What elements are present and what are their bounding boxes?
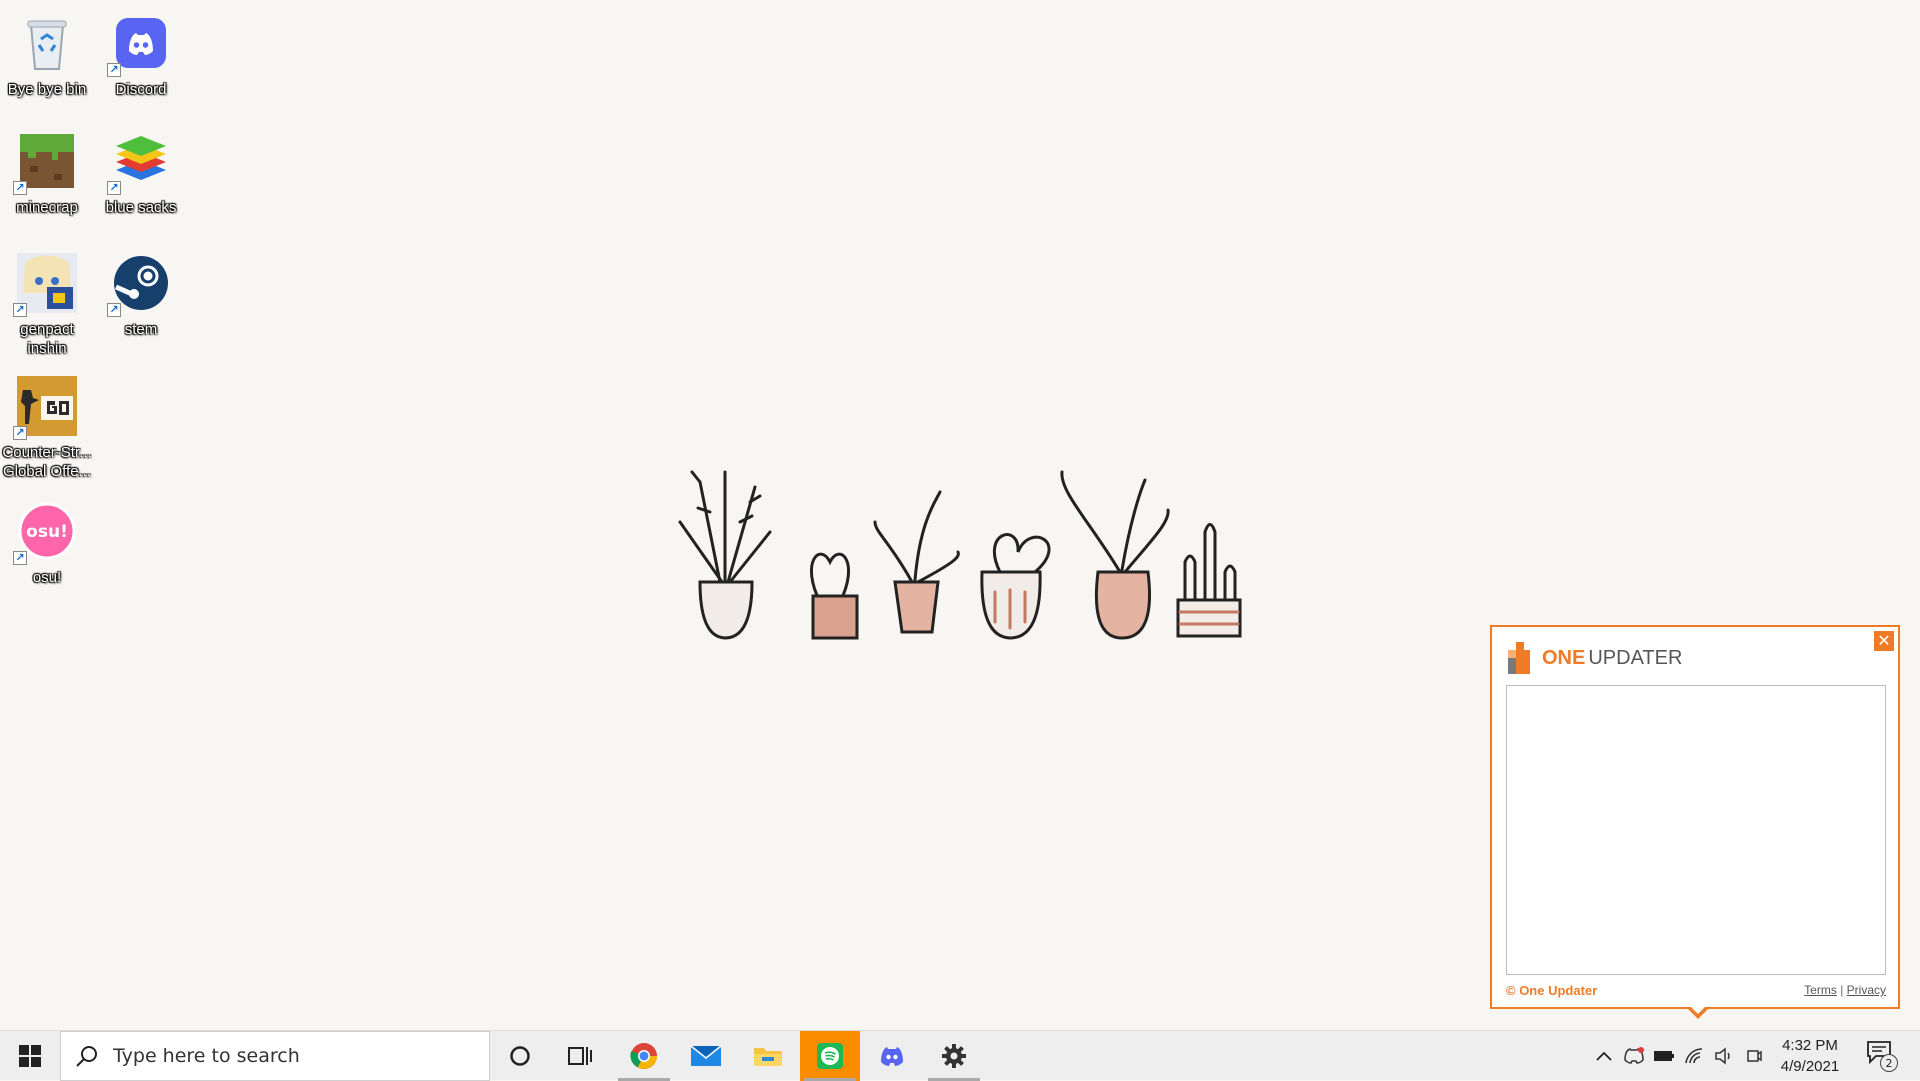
discord-icon xyxy=(881,1047,903,1066)
taskbar-search-box[interactable] xyxy=(60,1031,490,1081)
brand-one-text: ONE xyxy=(1542,646,1586,669)
speaker-icon xyxy=(1715,1047,1730,1065)
desktop-icon-label: minecrap xyxy=(16,199,78,216)
copyright-text: © One Updater xyxy=(1506,983,1598,998)
taskbar: 4:32 PM 4/9/2021 2 xyxy=(0,1030,1920,1081)
device-icon xyxy=(1747,1050,1762,1062)
tray-volume[interactable] xyxy=(1712,1044,1736,1068)
wallpaper-plants-illustration xyxy=(678,470,1242,640)
taskbar-spotify[interactable] xyxy=(800,1031,860,1081)
clock-time: 4:32 PM xyxy=(1782,1037,1838,1054)
desktop-icon-label: stem xyxy=(124,321,158,338)
notification-count-badge: 2 xyxy=(1880,1054,1898,1072)
desktop-icon-label: Bye bye bin xyxy=(7,81,87,98)
footer-links: Terms | Privacy xyxy=(1804,983,1886,997)
desktop-icon-label: Discord xyxy=(115,81,167,98)
shortcut-arrow-icon: ↗ xyxy=(13,551,27,565)
updater-content-area xyxy=(1506,685,1886,975)
search-input[interactable] xyxy=(111,1044,475,1068)
start-button[interactable] xyxy=(0,1031,60,1081)
bluestacks-icon: ↗ xyxy=(107,130,172,195)
taskbar-chrome[interactable] xyxy=(614,1031,674,1081)
file-explorer-icon xyxy=(754,1048,782,1066)
close-button[interactable]: ✕ xyxy=(1874,631,1894,651)
genshin-icon: ↗ xyxy=(13,252,78,317)
taskbar-file-explorer[interactable] xyxy=(738,1031,798,1081)
desktop-icon-label: blue sacks xyxy=(105,199,177,216)
shortcut-arrow-icon: ↗ xyxy=(13,426,27,440)
terms-link[interactable]: Terms xyxy=(1804,983,1837,997)
popup-pointer xyxy=(1686,1005,1710,1019)
desktop-icon-genshin[interactable]: ↗ genpact inshin xyxy=(1,252,93,358)
desktop-icon-label: genpact inshin xyxy=(20,321,74,357)
cortana-circle-icon xyxy=(510,1046,530,1066)
svg-text:osu!: osu! xyxy=(26,522,68,542)
shortcut-arrow-icon: ↗ xyxy=(107,63,121,77)
osu-icon: osu! ↗ xyxy=(13,500,78,565)
mail-icon xyxy=(690,1045,722,1066)
spotify-icon xyxy=(817,1043,843,1069)
battery-icon xyxy=(1654,1051,1674,1061)
desktop-icon-discord[interactable]: ↗ Discord xyxy=(95,12,187,99)
brand-updater-text: UPDATER xyxy=(1588,646,1683,669)
chrome-icon xyxy=(630,1043,658,1070)
settings-icon xyxy=(942,1044,966,1068)
updater-footer: © One Updater Terms | Privacy xyxy=(1506,983,1886,999)
desktop-icon-csgo[interactable]: ↗ Counter-Str... Global Offe... xyxy=(1,375,93,481)
desktop-icon-recycle-bin[interactable]: Bye bye bin xyxy=(1,12,93,99)
show-hidden-icons-button[interactable] xyxy=(1592,1044,1616,1068)
tray-battery[interactable] xyxy=(1652,1044,1676,1068)
tray-discord[interactable] xyxy=(1622,1044,1646,1068)
discord-tray-icon xyxy=(1624,1047,1644,1064)
links-separator: | xyxy=(1840,983,1844,997)
tray-meet-now[interactable] xyxy=(1742,1044,1766,1068)
desktop-icon-bluestacks[interactable]: ↗ blue sacks xyxy=(95,130,187,217)
windows-logo-icon xyxy=(19,1045,41,1067)
search-icon xyxy=(76,1046,97,1067)
desktop-icon-label: osu! xyxy=(32,569,62,586)
minecraft-icon: ↗ xyxy=(13,130,78,195)
taskbar-clock[interactable]: 4:32 PM 4/9/2021 xyxy=(1770,1035,1850,1077)
one-updater-logo-icon xyxy=(1508,642,1530,674)
one-updater-popup: ✕ ONE UPDATER © One Updater Terms | Priv… xyxy=(1490,625,1900,1019)
shortcut-arrow-icon: ↗ xyxy=(13,181,27,195)
taskbar-mail[interactable] xyxy=(676,1031,736,1081)
recycle-bin-icon xyxy=(16,12,78,74)
task-view-button[interactable] xyxy=(550,1031,610,1081)
chevron-up-icon xyxy=(1596,1051,1612,1061)
desktop-icon-label: Counter-Str... Global Offe... xyxy=(2,444,92,480)
shortcut-arrow-icon: ↗ xyxy=(107,303,121,317)
cortana-button[interactable] xyxy=(490,1031,550,1081)
privacy-link[interactable]: Privacy xyxy=(1847,983,1886,997)
shortcut-arrow-icon: ↗ xyxy=(13,303,27,317)
taskbar-settings[interactable] xyxy=(924,1031,984,1081)
wifi-icon xyxy=(1685,1048,1703,1064)
one-updater-brand: ONE UPDATER xyxy=(1506,641,1682,675)
tray-wifi[interactable] xyxy=(1682,1044,1706,1068)
discord-icon: ↗ xyxy=(107,12,172,77)
steam-icon: ↗ xyxy=(107,252,172,317)
desktop-icon-osu[interactable]: osu! ↗ osu! xyxy=(1,500,93,587)
csgo-icon: ↗ xyxy=(13,375,78,440)
clock-date: 4/9/2021 xyxy=(1780,1058,1840,1075)
desktop-icon-steam[interactable]: ↗ stem xyxy=(95,252,187,339)
task-view-icon xyxy=(568,1047,592,1065)
shortcut-arrow-icon: ↗ xyxy=(107,181,121,195)
desktop-icon-minecraft[interactable]: ↗ minecrap xyxy=(1,130,93,217)
taskbar-discord[interactable] xyxy=(862,1031,922,1081)
action-center-button[interactable]: 2 xyxy=(1866,1040,1902,1072)
